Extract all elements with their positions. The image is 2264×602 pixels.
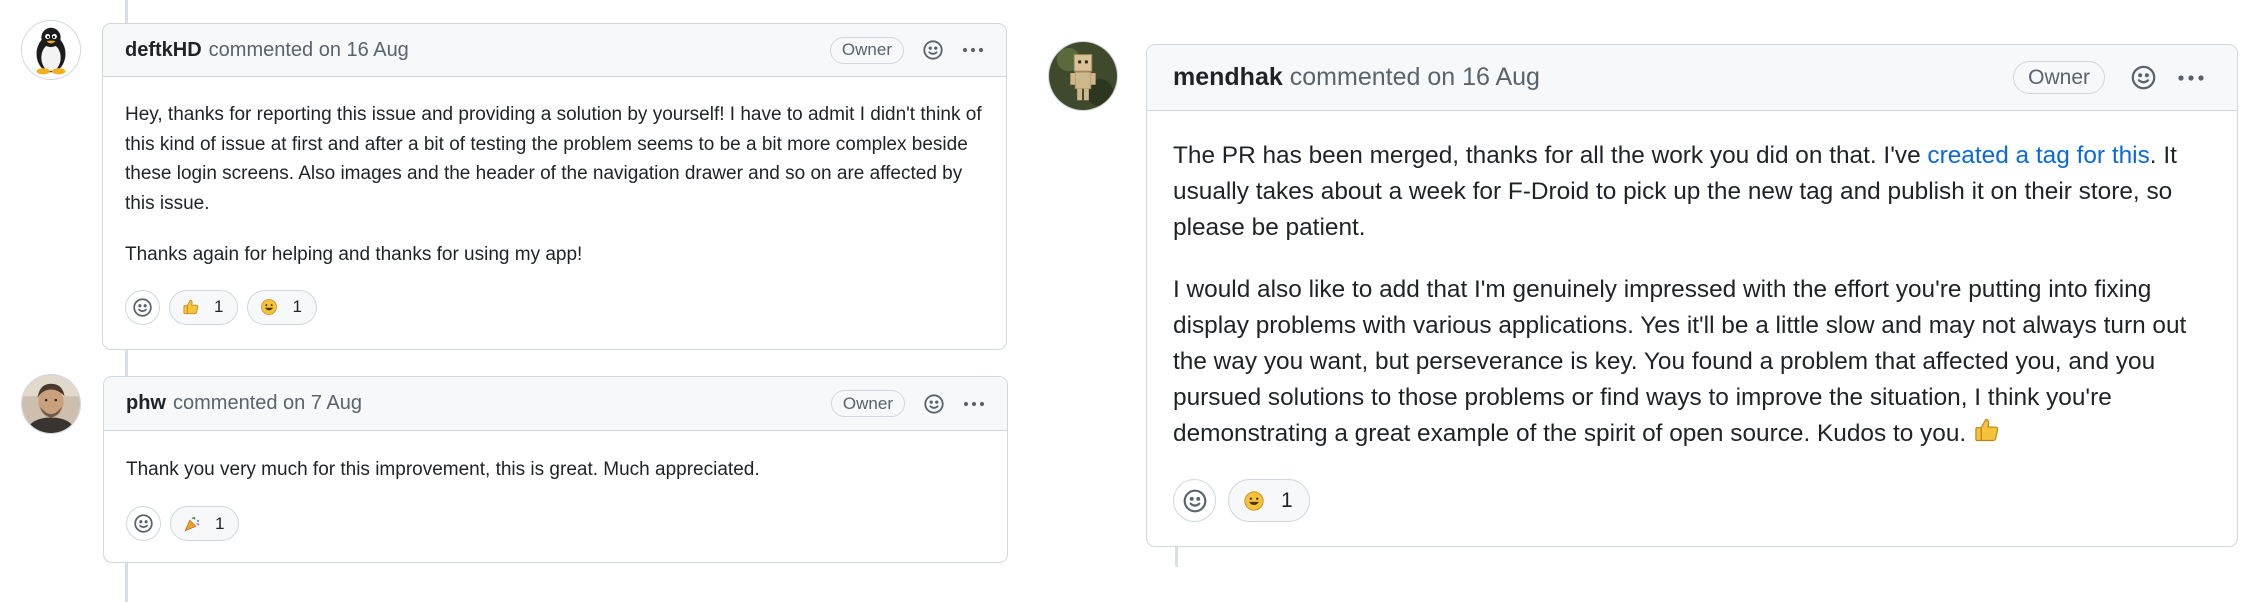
smiley-icon — [1183, 489, 1206, 512]
comment-header: deftkHD commented on 16 Aug Owner — [103, 24, 1006, 77]
comment-body: Hey, thanks for reporting this issue and… — [103, 77, 1006, 270]
comment-author[interactable]: mendhak — [1173, 63, 1283, 92]
timeline-line — [125, 0, 128, 23]
comment-paragraph: Thank you very much for this improvement… — [126, 459, 760, 480]
comment-paragraph: Thanks again for helping and thanks for … — [125, 244, 583, 265]
comment-author[interactable]: deftkHD — [125, 39, 202, 62]
reaction-grinning[interactable]: 1 — [1228, 479, 1310, 522]
person-photo-avatar — [22, 375, 80, 433]
reactions-bar: 1 1 — [103, 270, 1006, 325]
comment-paragraph: The PR has been merged, thanks for all t… — [1173, 138, 2211, 246]
comment-timestamp[interactable]: commented on 16 Aug — [1290, 63, 1540, 92]
add-reaction-icon[interactable] — [921, 391, 947, 417]
reaction-count: 1 — [215, 513, 225, 533]
comment-card: deftkHD commented on 16 Aug Owner Hey, t… — [102, 23, 1007, 350]
comment-header: mendhak commented on 16 Aug Owner — [1147, 45, 2237, 111]
owner-badge: Owner — [829, 36, 904, 64]
comment-paragraph: I would also like to add that I'm genuin… — [1173, 272, 2211, 452]
timeline-line — [125, 563, 128, 602]
add-reaction-icon[interactable] — [920, 37, 946, 63]
kebab-menu-icon[interactable] — [961, 391, 987, 417]
reaction-thumbs-up[interactable]: 1 — [169, 289, 239, 325]
thumbs-up-icon — [1973, 416, 2001, 444]
avatar-phw[interactable] — [21, 374, 81, 434]
paragraph-text: The PR has been merged, thanks for all t… — [1173, 142, 1928, 169]
comment-body: The PR has been merged, thanks for all t… — [1147, 111, 2237, 452]
reactions-bar: 1 — [104, 484, 1007, 541]
comment-card: mendhak commented on 16 Aug Owner The PR… — [1146, 44, 2238, 547]
thumbs-up-icon — [182, 298, 200, 316]
tux-penguin-avatar — [22, 21, 80, 79]
grinning-face-icon — [260, 298, 278, 316]
reaction-grinning[interactable]: 1 — [247, 289, 317, 325]
smiley-icon — [133, 297, 152, 317]
grinning-face-icon — [1243, 490, 1265, 512]
avatar-deftkhd[interactable] — [21, 20, 81, 80]
reactions-bar: 1 — [1147, 452, 2237, 522]
comment-timestamp[interactable]: commented on 7 Aug — [173, 392, 362, 415]
comment-timestamp[interactable]: commented on 16 Aug — [209, 39, 409, 62]
cardboard-robot-avatar — [1049, 42, 1117, 110]
avatar-mendhak[interactable] — [1048, 41, 1118, 111]
add-reaction-button[interactable] — [125, 289, 160, 325]
created-tag-link[interactable]: created a tag for this — [1927, 142, 2149, 169]
owner-badge: Owner — [830, 390, 905, 417]
reaction-party-popper[interactable]: 1 — [170, 506, 240, 541]
comment-card: phw commented on 7 Aug Owner Thank you v… — [103, 376, 1008, 563]
smiley-icon — [134, 514, 153, 533]
add-reaction-button[interactable] — [1173, 479, 1216, 522]
party-popper-icon — [183, 515, 201, 533]
comment-paragraph: Hey, thanks for reporting this issue and… — [125, 104, 982, 214]
owner-badge: Owner — [2013, 61, 2105, 94]
comment-body: Thank you very much for this improvement… — [104, 431, 1007, 484]
timeline-line — [125, 350, 128, 376]
paragraph-text: I would also like to add that I'm genuin… — [1173, 276, 2187, 447]
comment-header: phw commented on 7 Aug Owner — [104, 377, 1007, 431]
reaction-count: 1 — [292, 297, 302, 316]
reaction-count: 1 — [214, 297, 224, 316]
kebab-menu-icon[interactable] — [2175, 62, 2207, 94]
reaction-count: 1 — [1281, 488, 1293, 512]
timeline-line — [1175, 547, 1178, 567]
add-reaction-icon[interactable] — [2127, 62, 2159, 94]
comment-author[interactable]: phw — [126, 392, 166, 415]
kebab-menu-icon[interactable] — [960, 37, 986, 63]
add-reaction-button[interactable] — [126, 506, 161, 541]
